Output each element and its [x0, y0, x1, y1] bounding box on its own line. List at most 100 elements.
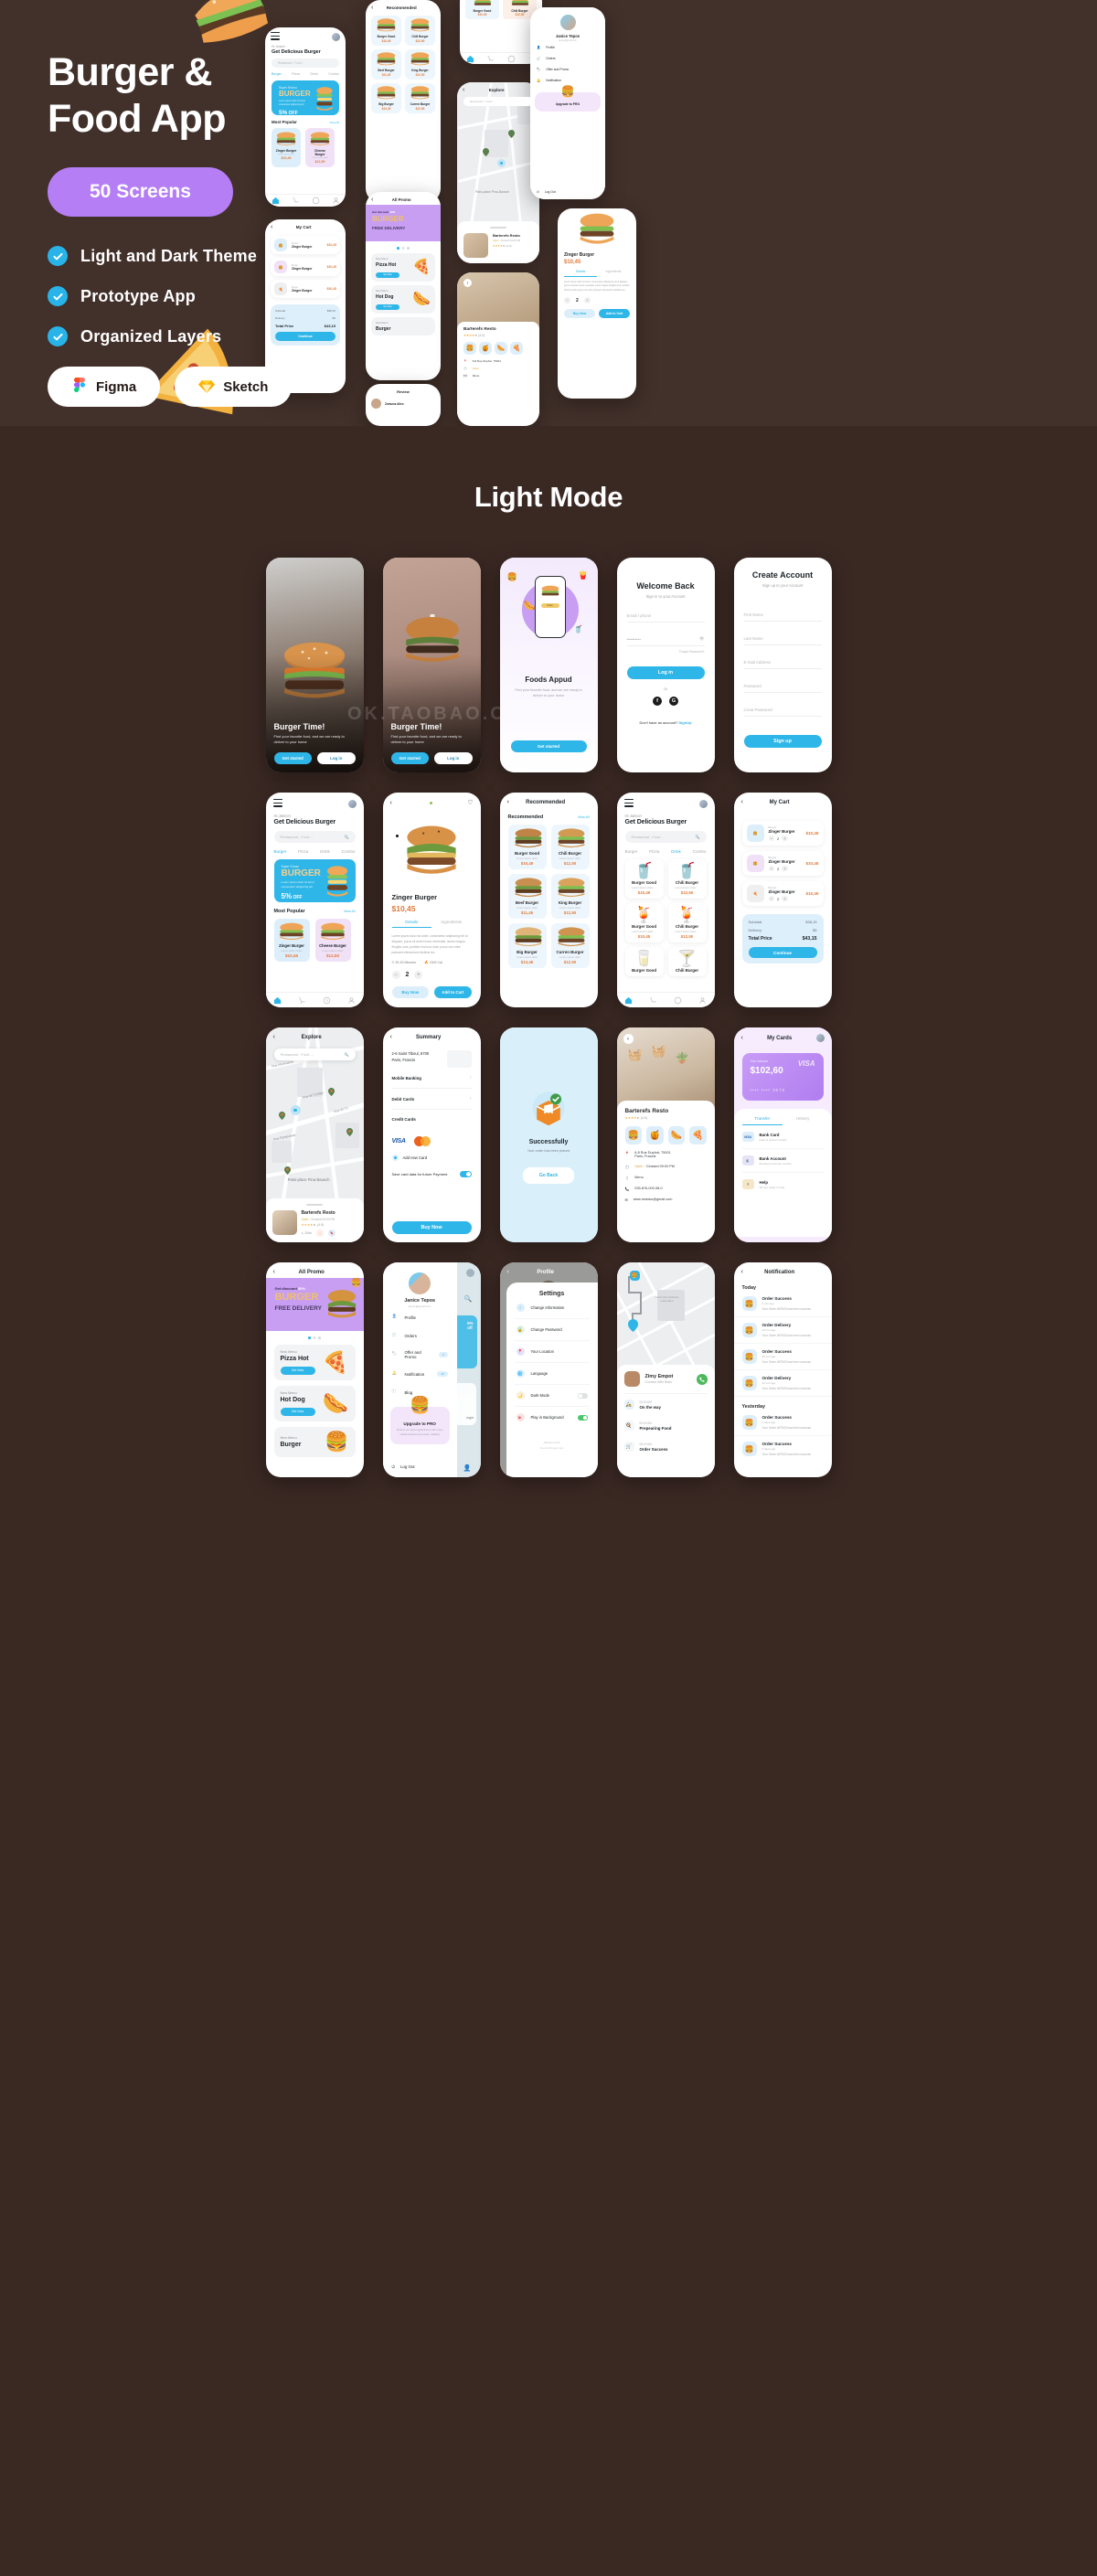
cart-icon[interactable] [649, 996, 657, 1005]
order-chip[interactable]: Order [540, 603, 559, 608]
heart-icon[interactable]: ♡ [467, 799, 473, 806]
add-to-cart-button[interactable]: Add to Cart [599, 309, 630, 319]
tab-ingredients[interactable]: Ingredients [597, 270, 630, 277]
tab-details[interactable]: Details [564, 270, 597, 277]
screen-all-promo[interactable]: ‹ All Promo Get discount 30% BURGER FREE … [265, 1262, 364, 1477]
tab-combo[interactable]: Combo [693, 849, 707, 854]
email-field[interactable]: Email / phone [626, 609, 705, 623]
save-card-toggle[interactable] [459, 1171, 472, 1177]
avatar[interactable] [698, 799, 708, 808]
product-card[interactable]: Chili Burger Lorem ipsum dolor $12,50 [550, 825, 590, 869]
category-burger-icon[interactable]: 🍔 [624, 1126, 642, 1144]
increment-button[interactable]: + [782, 865, 788, 872]
location-pin-icon[interactable] [278, 1112, 285, 1120]
password-field[interactable]: •••••••••• 👁 [626, 633, 705, 646]
clock-icon[interactable] [674, 996, 682, 1005]
upgrade-pro-card[interactable]: 🍔 Upgrade to PRO [535, 85, 601, 112]
last-name-field[interactable]: Last Name [743, 632, 822, 645]
drawer-item-notification[interactable]: 🔔 Notification 15 [390, 1365, 450, 1383]
restaurant-card[interactable]: Barterefs Resto Open · Clossed 09:00 PM … [457, 221, 539, 263]
email-row[interactable]: ✉ www.restoku@gmail.com [625, 1198, 707, 1202]
first-name-field[interactable]: First Name [743, 608, 822, 622]
tab-drink[interactable]: Drink [671, 849, 681, 854]
category-hotdog-icon[interactable]: 🌭 [495, 342, 507, 355]
menu-card-hotdog[interactable]: New Menu Hot Dog Get Now 🌭 [273, 1385, 356, 1421]
search-input[interactable]: Restaurant , Food ... 🔍 [624, 830, 707, 843]
login-button[interactable]: Log in [626, 666, 705, 679]
decrement-button[interactable]: − [768, 865, 774, 872]
product-card[interactable]: Beef Burger Lorem ipsum dolor $11,45 [507, 874, 547, 919]
tab-history[interactable]: History [783, 1116, 824, 1125]
drawer-item-orders[interactable]: 🛒 Orders [390, 1326, 450, 1345]
login-button[interactable]: Log in [317, 752, 356, 764]
notification-item[interactable]: 🍔 Order Success 2 days ago Your Order #6754… [733, 1410, 832, 1436]
hero-phone-profile[interactable]: Janice Tepos janice@gmail.com 👤 Profile 🛒… [530, 7, 605, 199]
drawer-item-offers[interactable]: 🏷 Offer and Promo [535, 64, 601, 75]
increment-button[interactable]: + [414, 971, 423, 980]
tab-burger[interactable]: Burger [274, 849, 287, 854]
radio-button[interactable] [391, 1155, 399, 1161]
setting-change-information[interactable]: i Change Information [514, 1297, 590, 1319]
save-card-row[interactable]: Save card data for future Payment [383, 1161, 481, 1177]
back-icon[interactable]: ‹ [463, 279, 472, 287]
menu-icon[interactable] [272, 799, 282, 809]
user-icon[interactable] [698, 996, 707, 1005]
avatar[interactable] [409, 1272, 431, 1294]
menu-icon[interactable] [271, 32, 280, 42]
add-to-cart-button[interactable]: Add to Cart [434, 986, 472, 999]
confirm-password-field[interactable]: Creat Password [743, 703, 822, 717]
hero-phone-product[interactable]: Zinger Burger $10,45 Details Ingredients … [558, 208, 636, 399]
map-canvas[interactable]: 🍔 Jardin des Archives nationales [616, 1262, 715, 1399]
screen-product-detail[interactable]: ‹ ♡ Zinger Burger $10,45 Details Ingredi… [382, 793, 481, 1007]
search-icon[interactable]: 🔍 [345, 1052, 349, 1057]
location-pin-icon[interactable] [346, 1128, 353, 1136]
view-all-link[interactable]: View All [578, 815, 590, 819]
category-pizza-icon[interactable]: 🍕 [689, 1126, 707, 1144]
cart-item[interactable]: 🍔 Burger Zinger Burger −2 + $10,45 [741, 821, 824, 846]
product-card[interactable]: 🥤 Chili Burger Lorem ipsum dolor ... $12,50 [667, 858, 707, 899]
location-pin-icon[interactable] [327, 1088, 335, 1096]
buy-now-button[interactable]: Buy Now [391, 1221, 472, 1234]
increment-button[interactable]: + [782, 895, 788, 902]
login-button[interactable]: Log in [434, 752, 473, 764]
screen-recommended[interactable]: ‹ Recommended Recommended View All Burger … [499, 793, 598, 1007]
decrement-button[interactable]: − [768, 835, 774, 842]
continue-button[interactable]: Continue [748, 947, 817, 958]
avatar[interactable] [332, 32, 340, 41]
search-icon[interactable]: 🔍 [696, 835, 700, 839]
restaurant-card[interactable]: Barterefs Resto Open · Clossed 09:00 PM … [265, 1198, 364, 1242]
product-card[interactable]: 🥛 Burger Good [624, 946, 664, 976]
back-icon[interactable]: ‹ [390, 800, 392, 806]
signup-button[interactable]: Sign up [743, 735, 822, 748]
bookmark-icon[interactable]: 🔖 [328, 1229, 336, 1237]
screen-login[interactable]: Welcome Back Sign in to your Account Ema… [616, 558, 715, 772]
drawer-item-profile[interactable]: 👤 Profile [535, 42, 601, 53]
notification-item[interactable]: 🍔 Order Delivery 12 min ago Your Order #675… [733, 1317, 832, 1344]
notification-item[interactable]: 🍔 Order Success 6 min ago Your Order #67543… [733, 1291, 832, 1317]
notification-item[interactable]: 🍔 Order Success 26 min ago Your Order #6754… [733, 1344, 832, 1370]
screen-cart[interactable]: ‹ My Cart 🍔 Burger Zinger Burger −2 + $10,… [733, 793, 832, 1007]
screen-onboarding-2[interactable]: Burger Time! Find your favorite food, an… [382, 558, 481, 772]
bottom-nav[interactable] [265, 992, 364, 1007]
category-burger-icon[interactable]: 🍔 [463, 342, 476, 355]
cart-item[interactable]: 🍔 Burger Zinger Burger −2 + $10,45 [741, 851, 824, 876]
location-pin-icon[interactable] [283, 1166, 291, 1175]
visa-icon[interactable]: VISA [392, 1138, 406, 1144]
cart-icon[interactable] [298, 996, 306, 1005]
screen-onboarding-1[interactable]: Burger Time! Find your favorite food, an… [265, 558, 364, 772]
category-honey-icon[interactable]: 🍯 [646, 1126, 664, 1144]
menu-card-pizza[interactable]: New Menu Pizza Hot Get Now 🍕 [273, 1344, 356, 1380]
row-mobile-banking[interactable]: Mobile Banking › [391, 1068, 472, 1089]
avatar[interactable] [347, 799, 357, 808]
search-input[interactable]: Restaurant , Food ... 🔍 [273, 830, 356, 843]
product-card[interactable]: 🍹 Burger Good Lorem ipsum dolor ... $10,45 [624, 902, 664, 942]
setting-your-location[interactable]: 📍 Your Location [514, 1341, 590, 1363]
category-pizza-icon[interactable]: 🍕 [510, 342, 523, 355]
buy-now-button[interactable]: Buy Now [564, 309, 595, 319]
destination-pin-icon[interactable] [627, 1319, 638, 1332]
setting-play-in-background[interactable]: ▶ Play in Background [515, 1407, 590, 1428]
clock-icon[interactable] [507, 55, 516, 63]
cart-icon[interactable] [486, 55, 495, 63]
screen-success[interactable]: Successfully Your order has been placed … [499, 1027, 598, 1242]
decrement-button[interactable]: − [768, 895, 774, 902]
